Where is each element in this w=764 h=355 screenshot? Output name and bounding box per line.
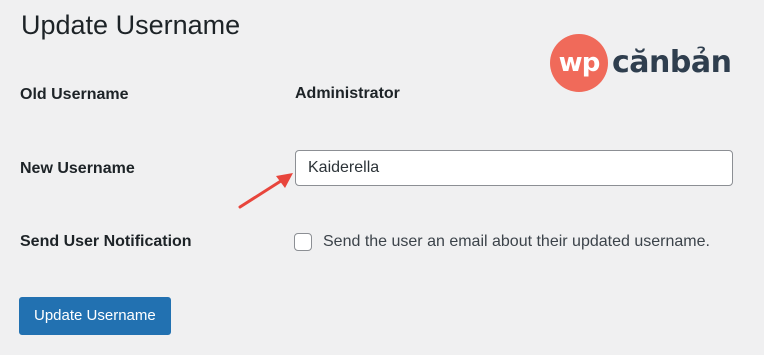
old-username-value: Administrator [295,85,400,102]
update-username-button[interactable]: Update Username [19,297,171,335]
page-title: Update Username [21,10,241,40]
new-username-input[interactable] [295,150,733,186]
send-notification-checkbox[interactable] [294,233,312,251]
brand-logo: wp cănbản [550,34,732,92]
logo-text: cănbản [612,45,732,80]
send-notification-label: Send User Notification [20,233,192,250]
arrow-pointing-icon [238,173,293,209]
old-username-label: Old Username [20,86,129,103]
new-username-label: New Username [20,160,135,177]
logo-badge: wp [550,34,608,92]
send-notification-text[interactable]: Send the user an email about their updat… [323,233,710,251]
send-notification-option[interactable]: Send the user an email about their updat… [294,233,710,251]
